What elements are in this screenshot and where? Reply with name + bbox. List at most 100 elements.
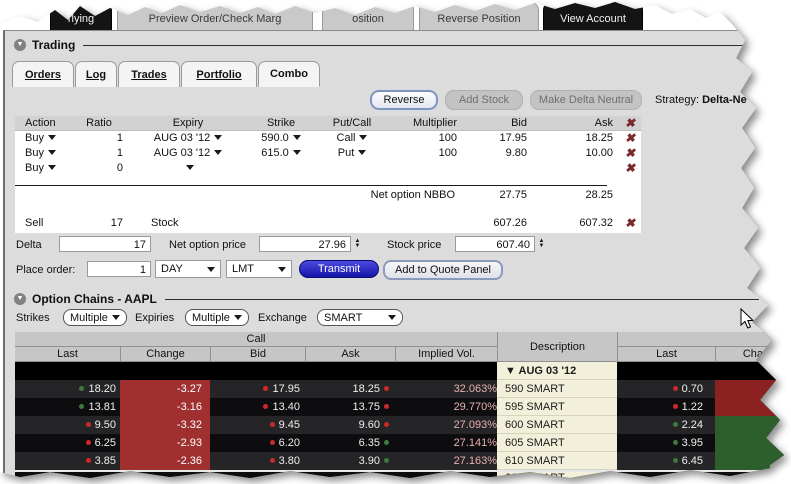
order-type-dropdown[interactable]: LMT <box>226 260 292 278</box>
tab-reverse-position[interactable]: Reverse Position <box>419 2 539 30</box>
header-expiry: Expiry <box>133 116 243 131</box>
strike-description[interactable]: 610 SMART <box>497 452 617 470</box>
expiries-dropdown[interactable]: Multiple <box>185 309 249 326</box>
net-option-price-input[interactable]: 27.96 <box>259 236 351 252</box>
bid-value: 9.80 <box>463 146 527 161</box>
header-bid: Bid <box>463 116 527 131</box>
expiries-label: Expiries <box>135 310 174 326</box>
quantity-input[interactable]: 1 <box>87 261 151 277</box>
multiplier-value: 100 <box>401 131 457 146</box>
expiry-dropdown[interactable] <box>133 161 243 176</box>
header-call-change[interactable]: Change <box>120 347 210 362</box>
call-ask: 13.75 <box>352 401 380 413</box>
putcall-dropdown[interactable]: Put <box>319 146 385 161</box>
strikes-dropdown[interactable]: Multiple <box>63 309 127 326</box>
put-change: - <box>715 398 791 416</box>
header-call-ask[interactable]: Ask <box>305 347 395 362</box>
nbbo-bid: 27.75 <box>463 188 527 203</box>
tick-down-icon <box>270 440 275 445</box>
putcall-dropdown[interactable]: Call <box>319 131 385 146</box>
tab-portfolio[interactable]: Portfolio <box>181 61 257 87</box>
transmit-button[interactable]: Transmit <box>299 260 379 278</box>
tab-view-account[interactable]: View Account <box>543 2 643 30</box>
tick-down-icon <box>86 458 91 463</box>
tab-combo-active[interactable]: Combo <box>258 61 320 87</box>
strike-description[interactable]: 600 SMART <box>497 416 617 434</box>
option-chains-title: Option Chains - AAPL <box>32 292 157 306</box>
tick-down-icon <box>673 404 678 409</box>
expiry-group-cell[interactable]: ▼ AUG 03 '12 <box>497 362 617 380</box>
tab-preview-order-check-margin[interactable]: Preview Order/Check Marg <box>117 2 313 30</box>
tab-log[interactable]: Log <box>75 61 117 87</box>
header-description[interactable]: Description <box>497 332 617 362</box>
net-option-price-stepper[interactable]: ▲▼ <box>353 236 362 252</box>
combo-leg-row: Buy 1 AUG 03 '12 590.0 Call 100 17.95 18… <box>15 131 641 146</box>
combo-leg-row-empty: Buy 0 <box>15 161 641 176</box>
trading-window-panel: Trading Orders Log Trades Portfolio Comb… <box>3 30 791 481</box>
stock-price-label: Stock price <box>387 237 441 253</box>
combo-separator-line <box>15 185 607 186</box>
header-put-last[interactable]: Last <box>617 347 715 362</box>
strike-dropdown[interactable]: 615.0 <box>243 146 319 161</box>
tab-orders[interactable]: Orders <box>12 61 74 87</box>
expiry-dropdown[interactable]: AUG 03 '12 <box>133 131 243 146</box>
chevron-down-icon <box>48 165 56 170</box>
expiry-dropdown[interactable]: AUG 03 '12 <box>133 146 243 161</box>
call-last: 9.50 <box>95 419 116 431</box>
header-call-bid[interactable]: Bid <box>210 347 305 362</box>
remove-leg-icon[interactable] <box>625 131 635 145</box>
header-call-last[interactable]: Last <box>15 347 120 362</box>
screenshot-torn-sheet: rlying Preview Order/Check Marg osition … <box>0 0 791 481</box>
place-order-label: Place order: <box>16 262 75 278</box>
tick-down-icon <box>384 386 389 391</box>
tick-down-icon <box>673 386 678 391</box>
header-put-change[interactable]: Chan <box>715 347 791 362</box>
collapse-trading-icon[interactable] <box>14 39 26 51</box>
collapse-option-chains-icon[interactable] <box>14 293 26 305</box>
call-ask: 18.25 <box>352 383 380 395</box>
add-to-quote-panel-button[interactable]: Add to Quote Panel <box>383 260 503 280</box>
tif-dropdown[interactable]: DAY <box>155 260 221 278</box>
delta-input[interactable]: 17 <box>59 236 151 252</box>
call-change: -3.27 <box>120 380 210 398</box>
header-strike: Strike <box>243 116 319 131</box>
chevron-down-icon <box>48 135 56 140</box>
tab-trades[interactable]: Trades <box>118 61 180 87</box>
strategy-label: Strategy: Delta-Ne <box>655 92 747 108</box>
header-implied-vol[interactable]: Implied Vol. <box>395 347 497 362</box>
tick-up-icon <box>673 440 678 445</box>
remove-stock-leg-icon[interactable] <box>625 216 635 230</box>
call-last: 18.20 <box>88 383 116 395</box>
strike-description[interactable]: 590 SMART <box>497 380 617 398</box>
tick-down-icon <box>263 386 268 391</box>
make-delta-neutral-button[interactable]: Make Delta Neutral <box>530 90 642 110</box>
stock-description: Stock <box>133 216 261 231</box>
implied-vol: 27.141% <box>395 434 497 452</box>
tab-close-position[interactable]: osition <box>322 2 414 30</box>
strike-dropdown[interactable]: 590.0 <box>243 131 319 146</box>
stock-price-stepper[interactable]: ▲▼ <box>537 236 546 252</box>
reverse-button[interactable]: Reverse <box>370 90 438 110</box>
tab-underlying[interactable]: rlying <box>50 2 112 30</box>
implied-vol: 27.163% <box>395 452 497 470</box>
section-rule <box>83 45 759 46</box>
strike-description[interactable]: 595 SMART <box>497 398 617 416</box>
exchange-dropdown[interactable]: SMART <box>317 309 403 326</box>
remove-all-legs-icon[interactable] <box>625 116 635 130</box>
remove-leg-icon[interactable] <box>625 146 635 160</box>
stock-price-input[interactable]: 607.40 <box>455 236 535 252</box>
header-multiplier: Multiplier <box>401 116 457 131</box>
put-last: 2.24 <box>682 419 703 431</box>
call-change: -2.36 <box>120 452 210 470</box>
ratio-value[interactable]: 0 <box>75 161 123 176</box>
option-row: 3.85 -2.36 3.80 3.90 27.163% 610 SMART 6… <box>15 452 791 470</box>
remove-leg-icon[interactable] <box>625 161 635 175</box>
header-ratio: Ratio <box>75 116 123 131</box>
strike-description[interactable]: 605 SMART <box>497 434 617 452</box>
header-ask: Ask <box>547 116 613 131</box>
ratio-value[interactable]: 1 <box>75 146 123 161</box>
ratio-value[interactable]: 1 <box>75 131 123 146</box>
add-stock-button[interactable]: Add Stock <box>445 90 523 110</box>
option-row: 13.81 -3.16 13.40 13.75 29.770% 595 SMAR… <box>15 398 791 416</box>
call-change: -3.16 <box>120 398 210 416</box>
